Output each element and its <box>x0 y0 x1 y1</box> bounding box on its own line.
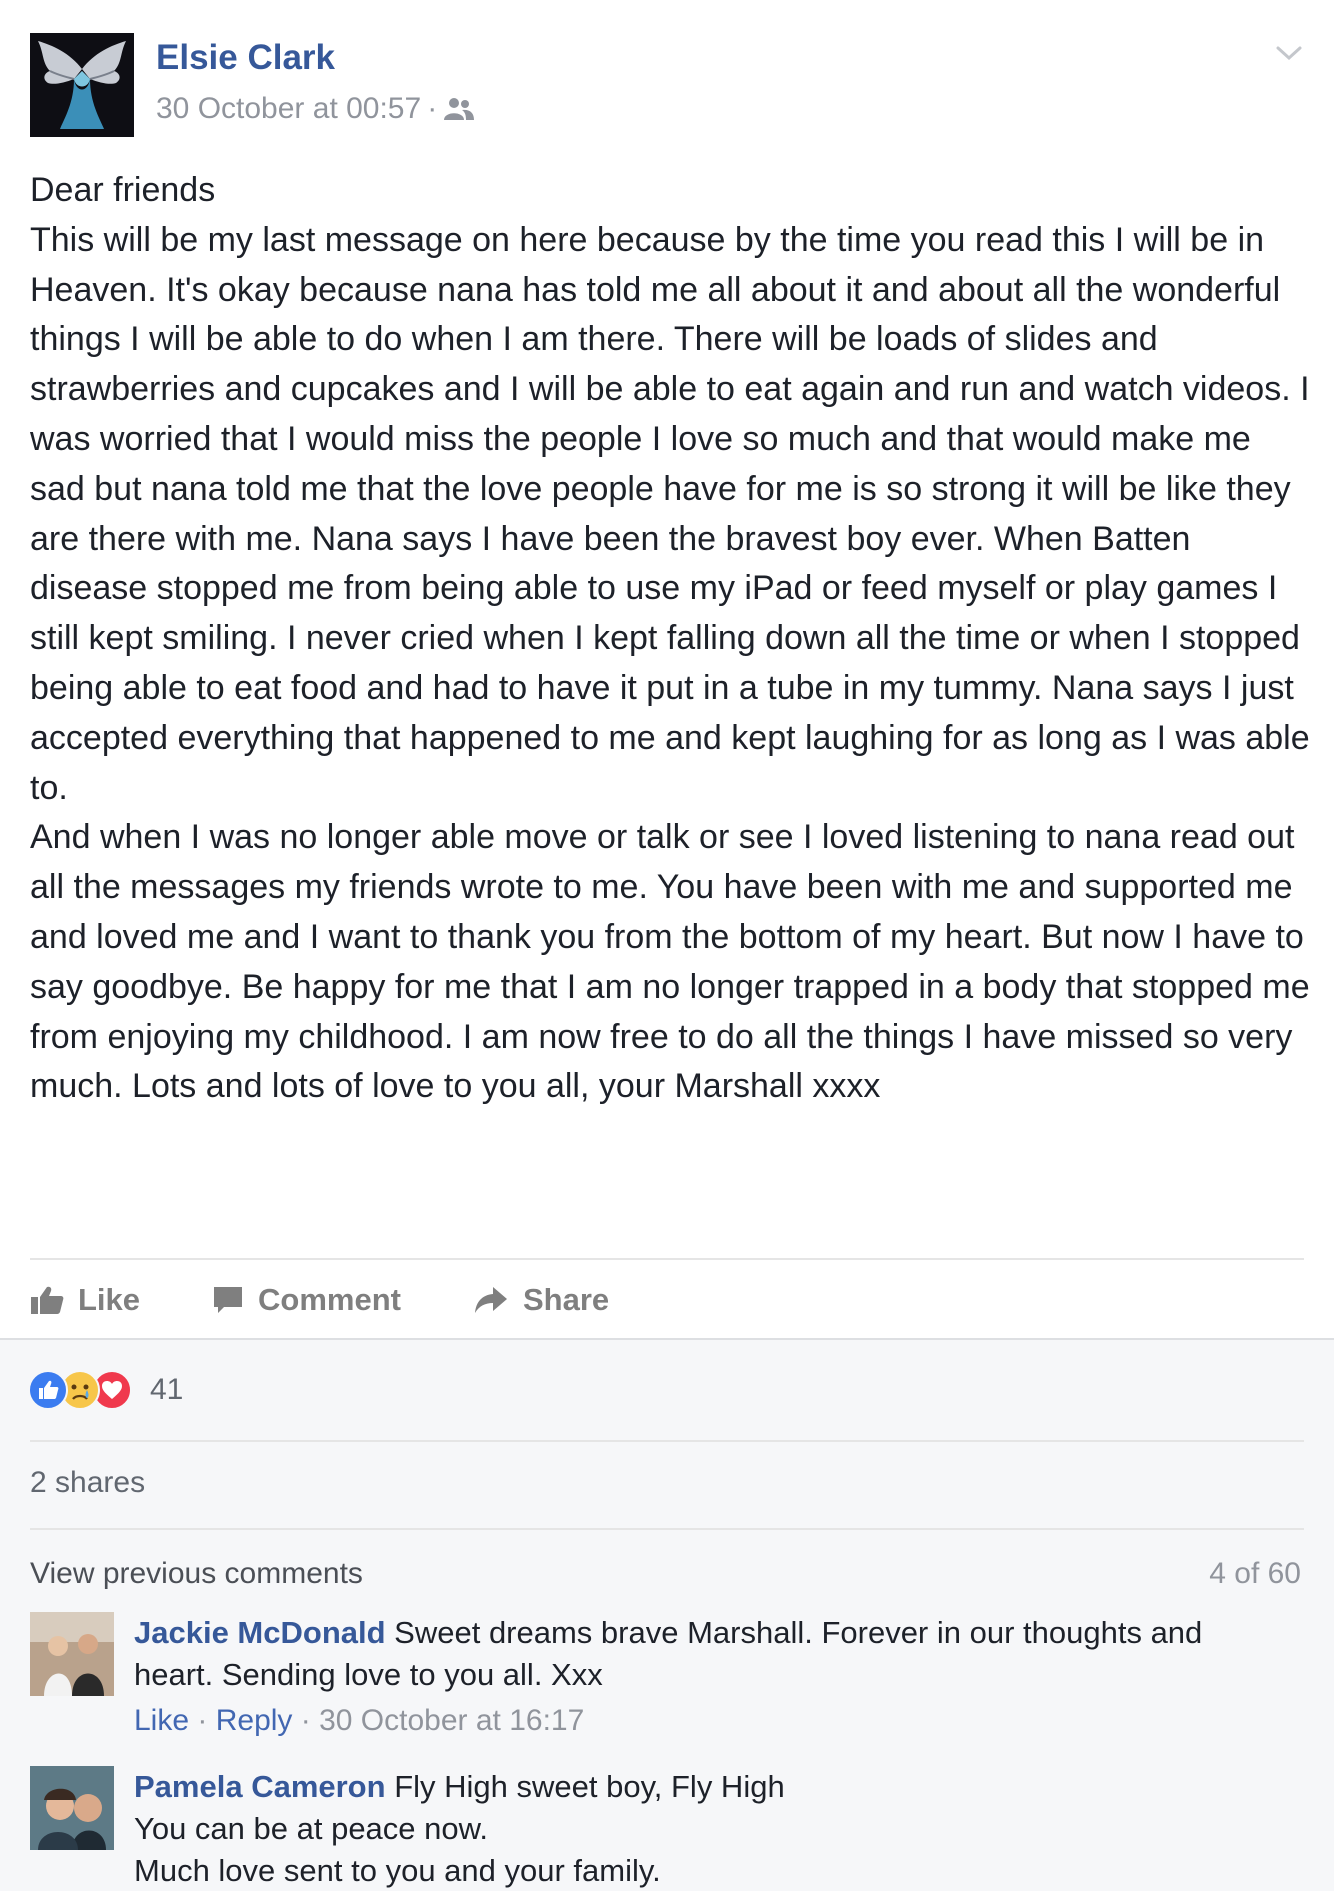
chevron-down-icon[interactable] <box>1274 38 1304 68</box>
post-author-name[interactable]: Elsie Clark <box>156 38 335 78</box>
meta-separator: · <box>427 92 438 125</box>
footer-separator: · <box>292 1704 320 1737</box>
comment-text: You can be at peace now. <box>134 1811 488 1846</box>
divider <box>30 1258 1304 1260</box>
post-paragraph: This will be my last message on here bec… <box>30 220 1310 807</box>
comment-body: Pamela Cameron Fly High sweet boy, Fly H… <box>134 1766 1284 1892</box>
share-label: Share <box>522 1282 610 1317</box>
divider <box>30 1528 1304 1530</box>
comment-text: Sweet dreams brave Marshall. Forever in … <box>394 1615 1203 1650</box>
post-paragraph: And when I was no longer able move or ta… <box>30 818 1310 1106</box>
post-timestamp[interactable]: 30 October at 00:57 <box>156 92 421 126</box>
facebook-post: Elsie Clark 30 October at 00:57 · Dear f… <box>0 0 1334 1891</box>
like-label: Like <box>78 1282 141 1317</box>
comment-text: Fly High sweet boy, Fly High <box>394 1769 785 1804</box>
comments-pager: 4 of 60 <box>1209 1557 1301 1590</box>
comment-text: Much love sent to you and your family. <box>134 1853 661 1888</box>
post-meta: 30 October at 00:57 · <box>156 92 475 126</box>
shares-link[interactable]: 2 shares <box>30 1466 145 1500</box>
comment-label: Comment <box>258 1282 401 1317</box>
thumbs-up-icon <box>31 1286 64 1314</box>
post-body: Dear friends This will be my last messag… <box>30 166 1310 1112</box>
comment-button[interactable]: Comment <box>212 1282 401 1318</box>
comment-body: Jackie McDonald Sweet dreams brave Marsh… <box>134 1612 1284 1742</box>
reactions-summary[interactable]: 41 <box>28 1370 183 1410</box>
comment-footer: Like · Reply · 30 October at 16:17 <box>134 1700 1284 1742</box>
like-reaction-icon <box>28 1370 68 1410</box>
share-arrow-icon <box>474 1287 507 1313</box>
like-button[interactable]: Like <box>30 1282 140 1318</box>
post-paragraph: Dear friends <box>30 171 216 209</box>
footer-separator: · <box>189 1704 216 1737</box>
author-avatar[interactable] <box>30 33 134 137</box>
comment-like-link[interactable]: Like <box>134 1704 189 1737</box>
friends-icon[interactable] <box>443 96 475 122</box>
commenter-avatar[interactable] <box>30 1766 114 1850</box>
commenter-name[interactable]: Pamela Cameron <box>134 1769 386 1804</box>
commenter-name[interactable]: Jackie McDonald <box>134 1615 386 1650</box>
commenter-avatar[interactable] <box>30 1612 114 1696</box>
post-actions: Like Comment Share <box>30 1278 681 1322</box>
comment-timestamp[interactable]: 30 October at 16:17 <box>319 1704 584 1737</box>
view-previous-comments-link[interactable]: View previous comments <box>30 1557 363 1591</box>
reaction-count: 41 <box>150 1373 184 1406</box>
comment-reply-link[interactable]: Reply <box>216 1704 293 1737</box>
share-button[interactable]: Share <box>473 1282 609 1318</box>
angel-wings-logo <box>30 33 134 137</box>
comment-text: heart. Sending love to you all. Xxx <box>134 1657 603 1692</box>
divider <box>30 1440 1304 1442</box>
comment-icon <box>214 1287 243 1313</box>
